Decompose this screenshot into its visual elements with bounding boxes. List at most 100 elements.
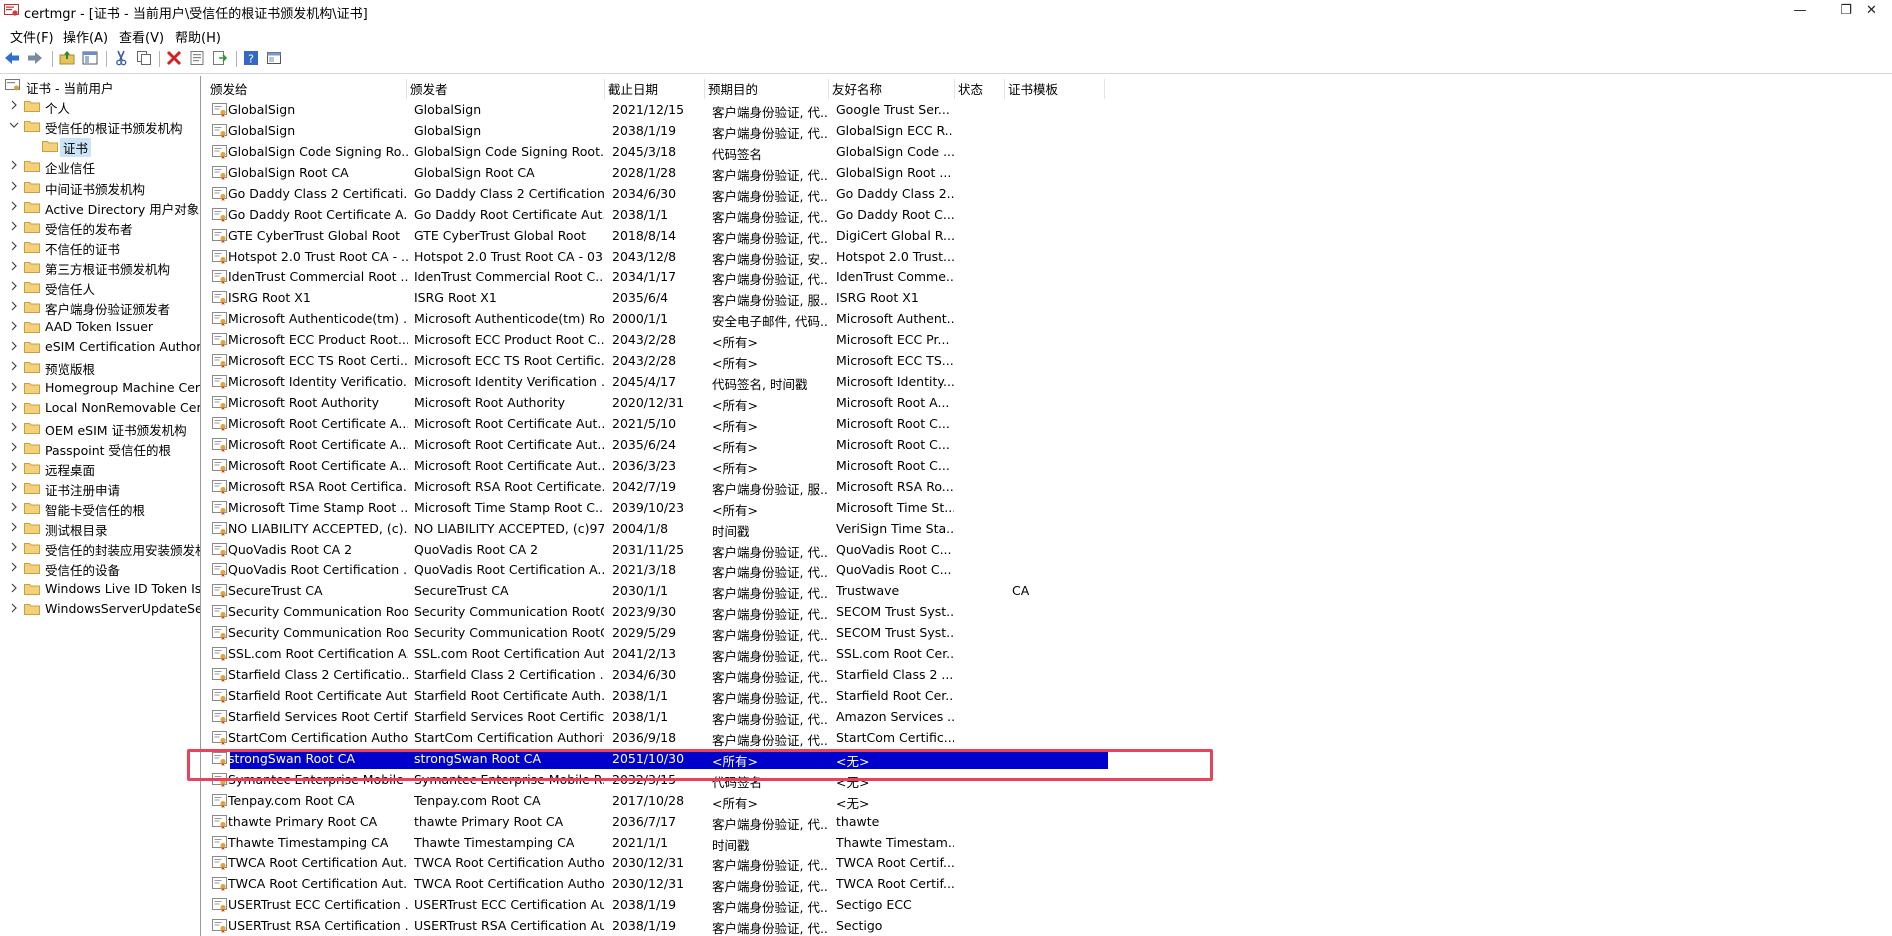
col-certificate-template[interactable]: 证书模板 xyxy=(1008,79,1058,99)
menu-file[interactable]: 文件(F) xyxy=(10,27,54,46)
table-row[interactable]: Hotspot 2.0 Trust Root CA - ... Hotspot 2… xyxy=(208,247,1318,267)
cut-icon[interactable] xyxy=(113,50,129,66)
menu-action[interactable]: 操作(A) xyxy=(63,27,108,46)
tree-item[interactable]: 不信任的证书 xyxy=(0,237,200,257)
tree-item[interactable]: Active Directory 用户对象 xyxy=(0,197,200,217)
tree-item[interactable]: 受信任的封装应用安装颁发机 xyxy=(0,538,200,558)
table-row[interactable]: NO LIABILITY ACCEPTED, (c)... NO LIABILIT… xyxy=(208,519,1318,539)
tree-item[interactable]: 企业信任 xyxy=(0,156,200,176)
table-row[interactable]: Microsoft ECC TS Root Certi... Microsoft … xyxy=(208,351,1318,371)
tree-item[interactable]: 第三方根证书颁发机构 xyxy=(0,257,200,277)
forward-arrow-icon[interactable] xyxy=(27,50,43,66)
tree-item[interactable]: 受信任人 xyxy=(0,277,200,297)
tree-item[interactable]: OEM eSIM 证书颁发机构 xyxy=(0,418,200,438)
table-row[interactable]: Starfield Root Certificate Aut... Starfie… xyxy=(208,686,1318,706)
menu-view[interactable]: 查看(V) xyxy=(119,27,164,46)
chevron-right-icon[interactable] xyxy=(9,260,19,272)
tree-item[interactable]: Local NonRemovable Cert xyxy=(0,398,200,418)
chevron-right-icon[interactable] xyxy=(9,441,19,453)
chevron-right-icon[interactable] xyxy=(9,320,19,332)
chevron-right-icon[interactable] xyxy=(9,401,19,413)
chevron-right-icon[interactable] xyxy=(9,541,19,553)
chevron-right-icon[interactable] xyxy=(9,582,19,594)
tree-item[interactable]: AAD Token Issuer xyxy=(0,317,200,337)
table-row[interactable]: Microsoft Authenticode(tm) ... Microsoft … xyxy=(208,309,1318,329)
column-divider[interactable] xyxy=(1004,79,1005,99)
maximize-button[interactable]: ❐ xyxy=(1826,0,1866,22)
tree-pane[interactable]: 证书 - 当前用户 个人 受信任的根证书颁发机构 证书 企业信任 中间证书颁发机构 Acti… xyxy=(0,76,200,936)
chevron-right-icon[interactable] xyxy=(9,421,19,433)
column-divider[interactable] xyxy=(604,79,605,99)
table-row[interactable]: Microsoft ECC Product Root... Microsoft E… xyxy=(208,330,1318,350)
table-row[interactable]: Microsoft Root Certificate A... Microsoft… xyxy=(208,414,1318,434)
table-row[interactable]: Thawte Timestamping CA Thawte Timestampin… xyxy=(208,833,1318,853)
table-row[interactable]: QuoVadis Root Certification ... QuoVadis … xyxy=(208,560,1318,580)
export-icon[interactable] xyxy=(212,50,228,66)
chevron-right-icon[interactable] xyxy=(9,220,19,232)
table-row[interactable]: USERTrust ECC Certification ... USERTrust… xyxy=(208,895,1318,915)
col-friendly-name[interactable]: 友好名称 xyxy=(832,79,882,99)
table-row[interactable]: Starfield Services Root Certif... Starfie… xyxy=(208,707,1318,727)
show-hide-tree-icon[interactable] xyxy=(82,50,98,66)
chevron-right-icon[interactable] xyxy=(9,340,19,352)
chevron-right-icon[interactable] xyxy=(9,180,19,192)
table-row[interactable]: Microsoft Time Stamp Root ... Microsoft T… xyxy=(208,498,1318,518)
tree-item[interactable]: WindowsServerUpdateSer xyxy=(0,599,200,619)
tree-item[interactable]: 远程桌面 xyxy=(0,458,200,478)
chevron-right-icon[interactable] xyxy=(9,280,19,292)
column-divider[interactable] xyxy=(1104,79,1105,99)
tree-item[interactable]: 中间证书颁发机构 xyxy=(0,177,200,197)
chevron-right-icon[interactable] xyxy=(9,159,19,171)
chevron-right-icon[interactable] xyxy=(9,99,19,111)
table-row[interactable]: GlobalSign Code Signing Ro... GlobalSign … xyxy=(208,142,1318,162)
chevron-right-icon[interactable] xyxy=(9,360,19,372)
table-row[interactable]: GlobalSign GlobalSign 2038/1/19 客户端身份验证, 代.… xyxy=(208,121,1318,141)
col-expiration-date[interactable]: 截止日期 xyxy=(608,79,658,99)
chevron-down-icon[interactable] xyxy=(9,119,19,131)
tree-item[interactable]: eSIM Certification Authoriti xyxy=(0,337,200,357)
table-row[interactable]: Microsoft Root Authority Microsoft Root A… xyxy=(208,393,1318,413)
tree-item[interactable]: 预览版根 xyxy=(0,357,200,377)
table-row[interactable]: USERTrust RSA Certification ... USERTrust… xyxy=(208,916,1318,936)
tree-item[interactable]: 受信任的根证书颁发机构 xyxy=(0,116,200,136)
tree-item[interactable]: 受信任的设备 xyxy=(0,558,200,578)
table-row[interactable]: SecureTrust CA SecureTrust CA 2030/1/1 客户端身… xyxy=(208,581,1318,601)
tree-item[interactable]: 测试根目录 xyxy=(0,518,200,538)
table-row[interactable]: TWCA Root Certification Aut... TWCA Root … xyxy=(208,874,1318,894)
back-arrow-icon[interactable] xyxy=(4,50,20,66)
col-issued-by[interactable]: 颁发者 xyxy=(410,79,448,99)
delete-icon[interactable] xyxy=(166,50,182,66)
view-icon[interactable] xyxy=(266,50,282,66)
chevron-right-icon[interactable] xyxy=(9,240,19,252)
tree-item[interactable]: 受信任的发布者 xyxy=(0,217,200,237)
table-row[interactable]: Microsoft Identity Verificatio... Microso… xyxy=(208,372,1318,392)
table-row[interactable]: Microsoft Root Certificate A... Microsoft… xyxy=(208,435,1318,455)
chevron-right-icon[interactable] xyxy=(9,461,19,473)
table-row[interactable]: GTE CyberTrust Global Root GTE CyberTrust… xyxy=(208,226,1318,246)
table-row[interactable]: TWCA Root Certification Aut... TWCA Root … xyxy=(208,853,1318,873)
table-row[interactable]: StartCom Certification Autho... StartCom … xyxy=(208,728,1318,748)
table-row[interactable]: SSL.com Root Certification A... SSL.com R… xyxy=(208,644,1318,664)
column-divider[interactable] xyxy=(406,79,407,99)
tree-item[interactable]: Windows Live ID Token Iss xyxy=(0,579,200,599)
tree-item[interactable]: 智能卡受信任的根 xyxy=(0,498,200,518)
tree-item[interactable]: Homegroup Machine Cert xyxy=(0,378,200,398)
table-row[interactable]: Microsoft Root Certificate A... Microsoft… xyxy=(208,456,1318,476)
chevron-right-icon[interactable] xyxy=(9,501,19,513)
chevron-right-icon[interactable] xyxy=(9,481,19,493)
column-divider[interactable] xyxy=(704,79,705,99)
table-row[interactable]: thawte Primary Root CA thawte Primary Roo… xyxy=(208,812,1318,832)
tree-item[interactable]: Passpoint 受信任的根 xyxy=(0,438,200,458)
tree-item[interactable]: 客户端身份验证颁发者 xyxy=(0,297,200,317)
chevron-right-icon[interactable] xyxy=(9,602,19,614)
col-issued-to[interactable]: 颁发给 xyxy=(210,79,248,99)
table-row[interactable]: IdenTrust Commercial Root ... IdenTrust C… xyxy=(208,267,1318,287)
table-row[interactable]: Go Daddy Class 2 Certificati... Go Daddy … xyxy=(208,184,1318,204)
up-folder-icon[interactable] xyxy=(59,50,75,66)
table-row[interactable]: ISRG Root X1 ISRG Root X1 2035/6/4 客户端身份验证,… xyxy=(208,288,1318,308)
close-button[interactable]: ✕ xyxy=(1866,0,1892,22)
tree-item[interactable]: 证书 - 当前用户 xyxy=(0,76,200,96)
table-row[interactable]: Security Communication Roo... Security Co… xyxy=(208,623,1318,643)
properties-icon[interactable] xyxy=(189,50,205,66)
col-intended-purposes[interactable]: 预期目的 xyxy=(708,79,758,99)
